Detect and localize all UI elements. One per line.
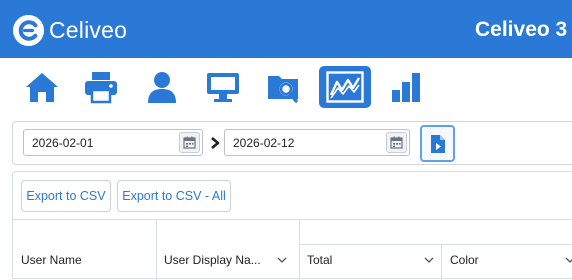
- brand-logo[interactable]: Celiveo: [12, 13, 127, 47]
- chevron-down-icon[interactable]: [277, 257, 287, 263]
- brand-name: Celiveo: [49, 16, 128, 43]
- celiveo-logo-icon: [12, 14, 45, 46]
- export-csv-button[interactable]: Export to CSV: [21, 180, 111, 212]
- toolbar-printer-button[interactable]: [75, 66, 127, 108]
- app-header: Celiveo Celiveo 3: [0, 0, 572, 58]
- chevron-right-icon: [211, 137, 220, 149]
- column-header-user-name[interactable]: User Name: [21, 250, 82, 270]
- column-header-label: Color: [450, 253, 479, 267]
- chevron-down-icon[interactable]: [565, 257, 572, 263]
- column-header-total[interactable]: Total: [307, 250, 332, 270]
- end-date-field[interactable]: 2026-02-12: [224, 129, 410, 156]
- printer-icon: [85, 72, 117, 104]
- line-chart-icon: [326, 71, 364, 103]
- toolbar-monitor-button[interactable]: [197, 66, 249, 108]
- toolbar-folder-search-button[interactable]: [258, 66, 310, 108]
- monitor-icon: [207, 73, 239, 102]
- bar-chart-icon: [392, 73, 420, 102]
- header-group-divider: [299, 244, 572, 245]
- column-header-color[interactable]: Color: [450, 250, 479, 270]
- column-header-label: User Display Na...: [164, 253, 261, 267]
- column-divider: [156, 220, 157, 280]
- report-grid: User Name User Display Na... Total Color: [12, 219, 572, 280]
- start-date-field[interactable]: 2026-02-01: [23, 129, 203, 156]
- toolbar-user-button[interactable]: [136, 66, 188, 108]
- column-header-label: Total: [307, 253, 333, 267]
- toolbar-line-chart-button[interactable]: [319, 66, 371, 108]
- export-toolbar: Export to CSV Export to CSV - All: [12, 171, 572, 219]
- toolbar-bar-chart-button[interactable]: [380, 66, 432, 108]
- home-icon: [26, 73, 58, 102]
- user-icon: [148, 72, 176, 103]
- chevron-down-icon[interactable]: [424, 257, 434, 263]
- end-date-calendar-button[interactable]: [386, 132, 407, 153]
- header-title: Celiveo 3: [475, 18, 568, 41]
- start-date-value: 2026-02-01: [32, 136, 94, 150]
- main-toolbar: [0, 58, 572, 114]
- end-date-value: 2026-02-12: [233, 136, 295, 150]
- start-date-calendar-button[interactable]: [179, 132, 200, 153]
- play-report-icon: [430, 134, 445, 153]
- column-divider: [441, 244, 442, 280]
- date-filter-panel: 2026-02-01 2026-02-12: [12, 121, 572, 165]
- export-csv-all-button[interactable]: Export to CSV - All: [117, 180, 231, 212]
- folder-search-icon: [268, 76, 298, 103]
- calendar-icon: [183, 136, 196, 149]
- toolbar-home-button[interactable]: [16, 66, 68, 108]
- run-report-button[interactable]: [420, 125, 455, 162]
- column-header-label: User Name: [21, 253, 82, 267]
- column-header-user-display-name[interactable]: User Display Na...: [164, 250, 294, 270]
- column-divider: [299, 220, 300, 280]
- calendar-icon: [390, 136, 403, 149]
